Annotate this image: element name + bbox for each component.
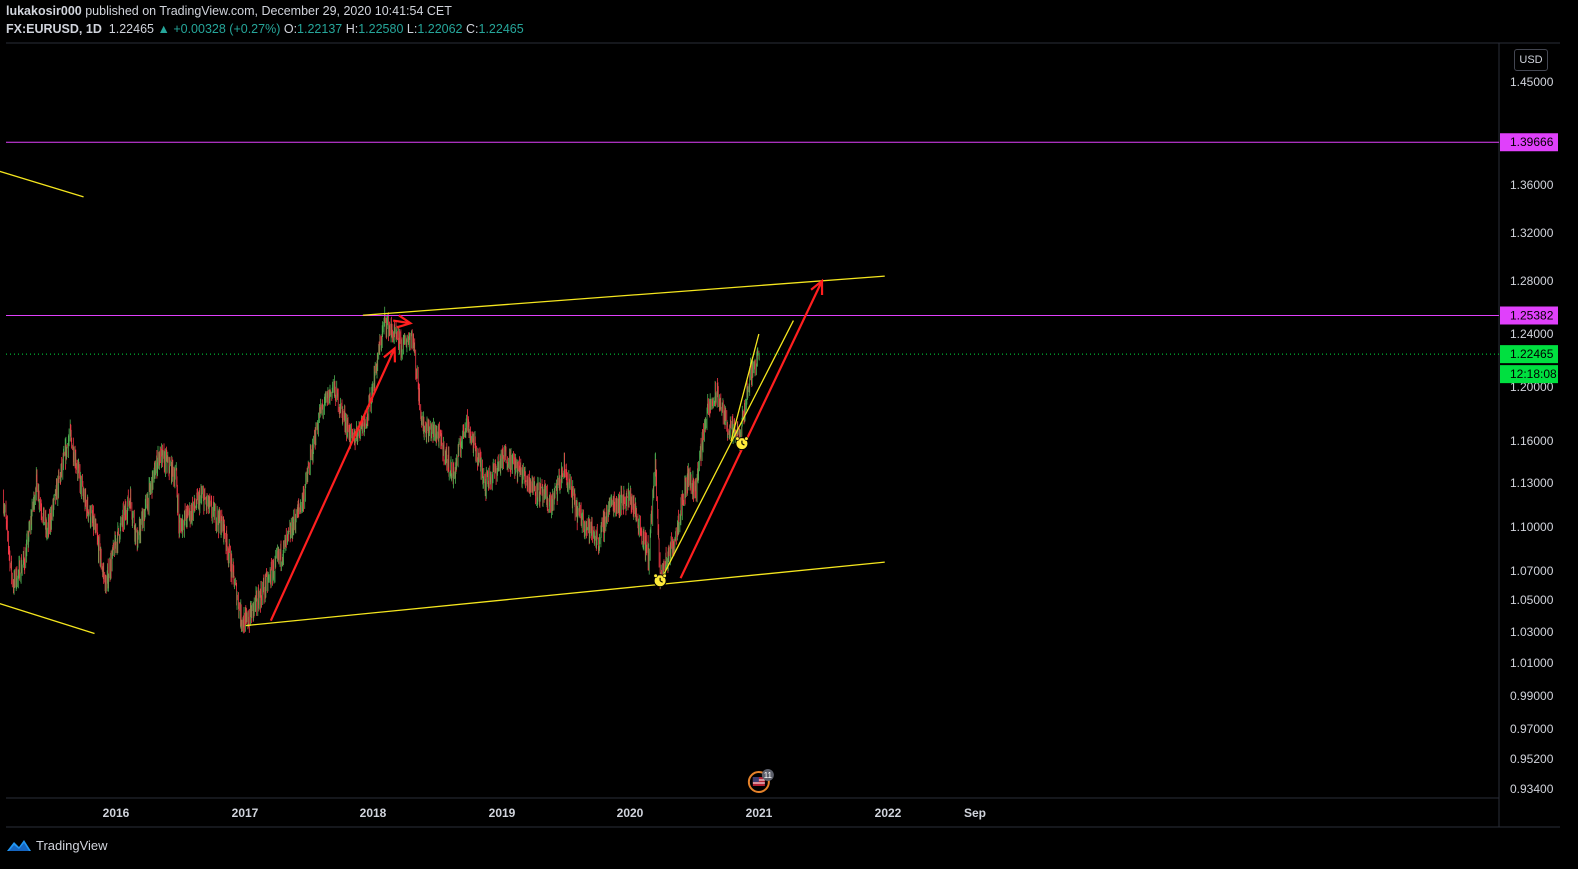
y-tick-label: 1.05000 (1510, 593, 1554, 607)
x-tick-label: 2016 (103, 806, 130, 820)
currency-button[interactable]: USD (1514, 49, 1548, 71)
alert-clock-icon (735, 436, 749, 451)
footer-brand-label: TradingView (36, 837, 108, 853)
x-tick-label: 2020 (617, 806, 644, 820)
price-chart[interactable]: 11 1.450001.360001.320001.280001.240001.… (0, 0, 1578, 869)
y-tick-label: 1.10000 (1510, 520, 1554, 534)
y-tick-label: 1.28000 (1510, 274, 1554, 288)
plot-area[interactable] (6, 43, 1498, 827)
y-tick-label: 0.97000 (1510, 722, 1554, 736)
price-tag-label: 1.25382 (1510, 308, 1554, 322)
price-tag-label: 1.39666 (1510, 135, 1554, 149)
x-tick-label: 2021 (746, 806, 773, 820)
x-tick-label: 2019 (489, 806, 516, 820)
y-tick-label: 1.24000 (1510, 327, 1554, 341)
alert-clock-icon (653, 573, 667, 588)
x-tick-label: 2022 (875, 806, 902, 820)
y-tick-label: 0.95200 (1510, 752, 1554, 766)
y-tick-label: 1.16000 (1510, 434, 1554, 448)
price-axis[interactable]: 1.450001.360001.320001.280001.240001.200… (1510, 75, 1554, 796)
tradingview-logo-icon (7, 840, 31, 851)
y-tick-label: 1.13000 (1510, 476, 1554, 490)
y-tick-label: 0.93400 (1510, 782, 1554, 796)
y-tick-label: 0.99000 (1510, 689, 1554, 703)
y-tick-label: 1.03000 (1510, 625, 1554, 639)
y-tick-label: 1.01000 (1510, 656, 1554, 670)
y-tick-label: 1.07000 (1510, 564, 1554, 578)
x-tick-label: Sep (964, 806, 986, 820)
footer-brand[interactable]: TradingView (6, 837, 108, 853)
y-tick-label: 1.36000 (1510, 178, 1554, 192)
price-tags: 1.39666 1.25382 1.22465 12:18:08 (1500, 133, 1558, 384)
x-tick-label: 2017 (232, 806, 259, 820)
price-tag-label: 1.22465 (1510, 347, 1554, 361)
y-tick-label: 1.45000 (1510, 75, 1554, 89)
events-count: 11 (764, 771, 773, 780)
x-tick-label: 2018 (360, 806, 387, 820)
price-tag-label: 12:18:08 (1510, 367, 1557, 381)
y-tick-label: 1.32000 (1510, 226, 1554, 240)
